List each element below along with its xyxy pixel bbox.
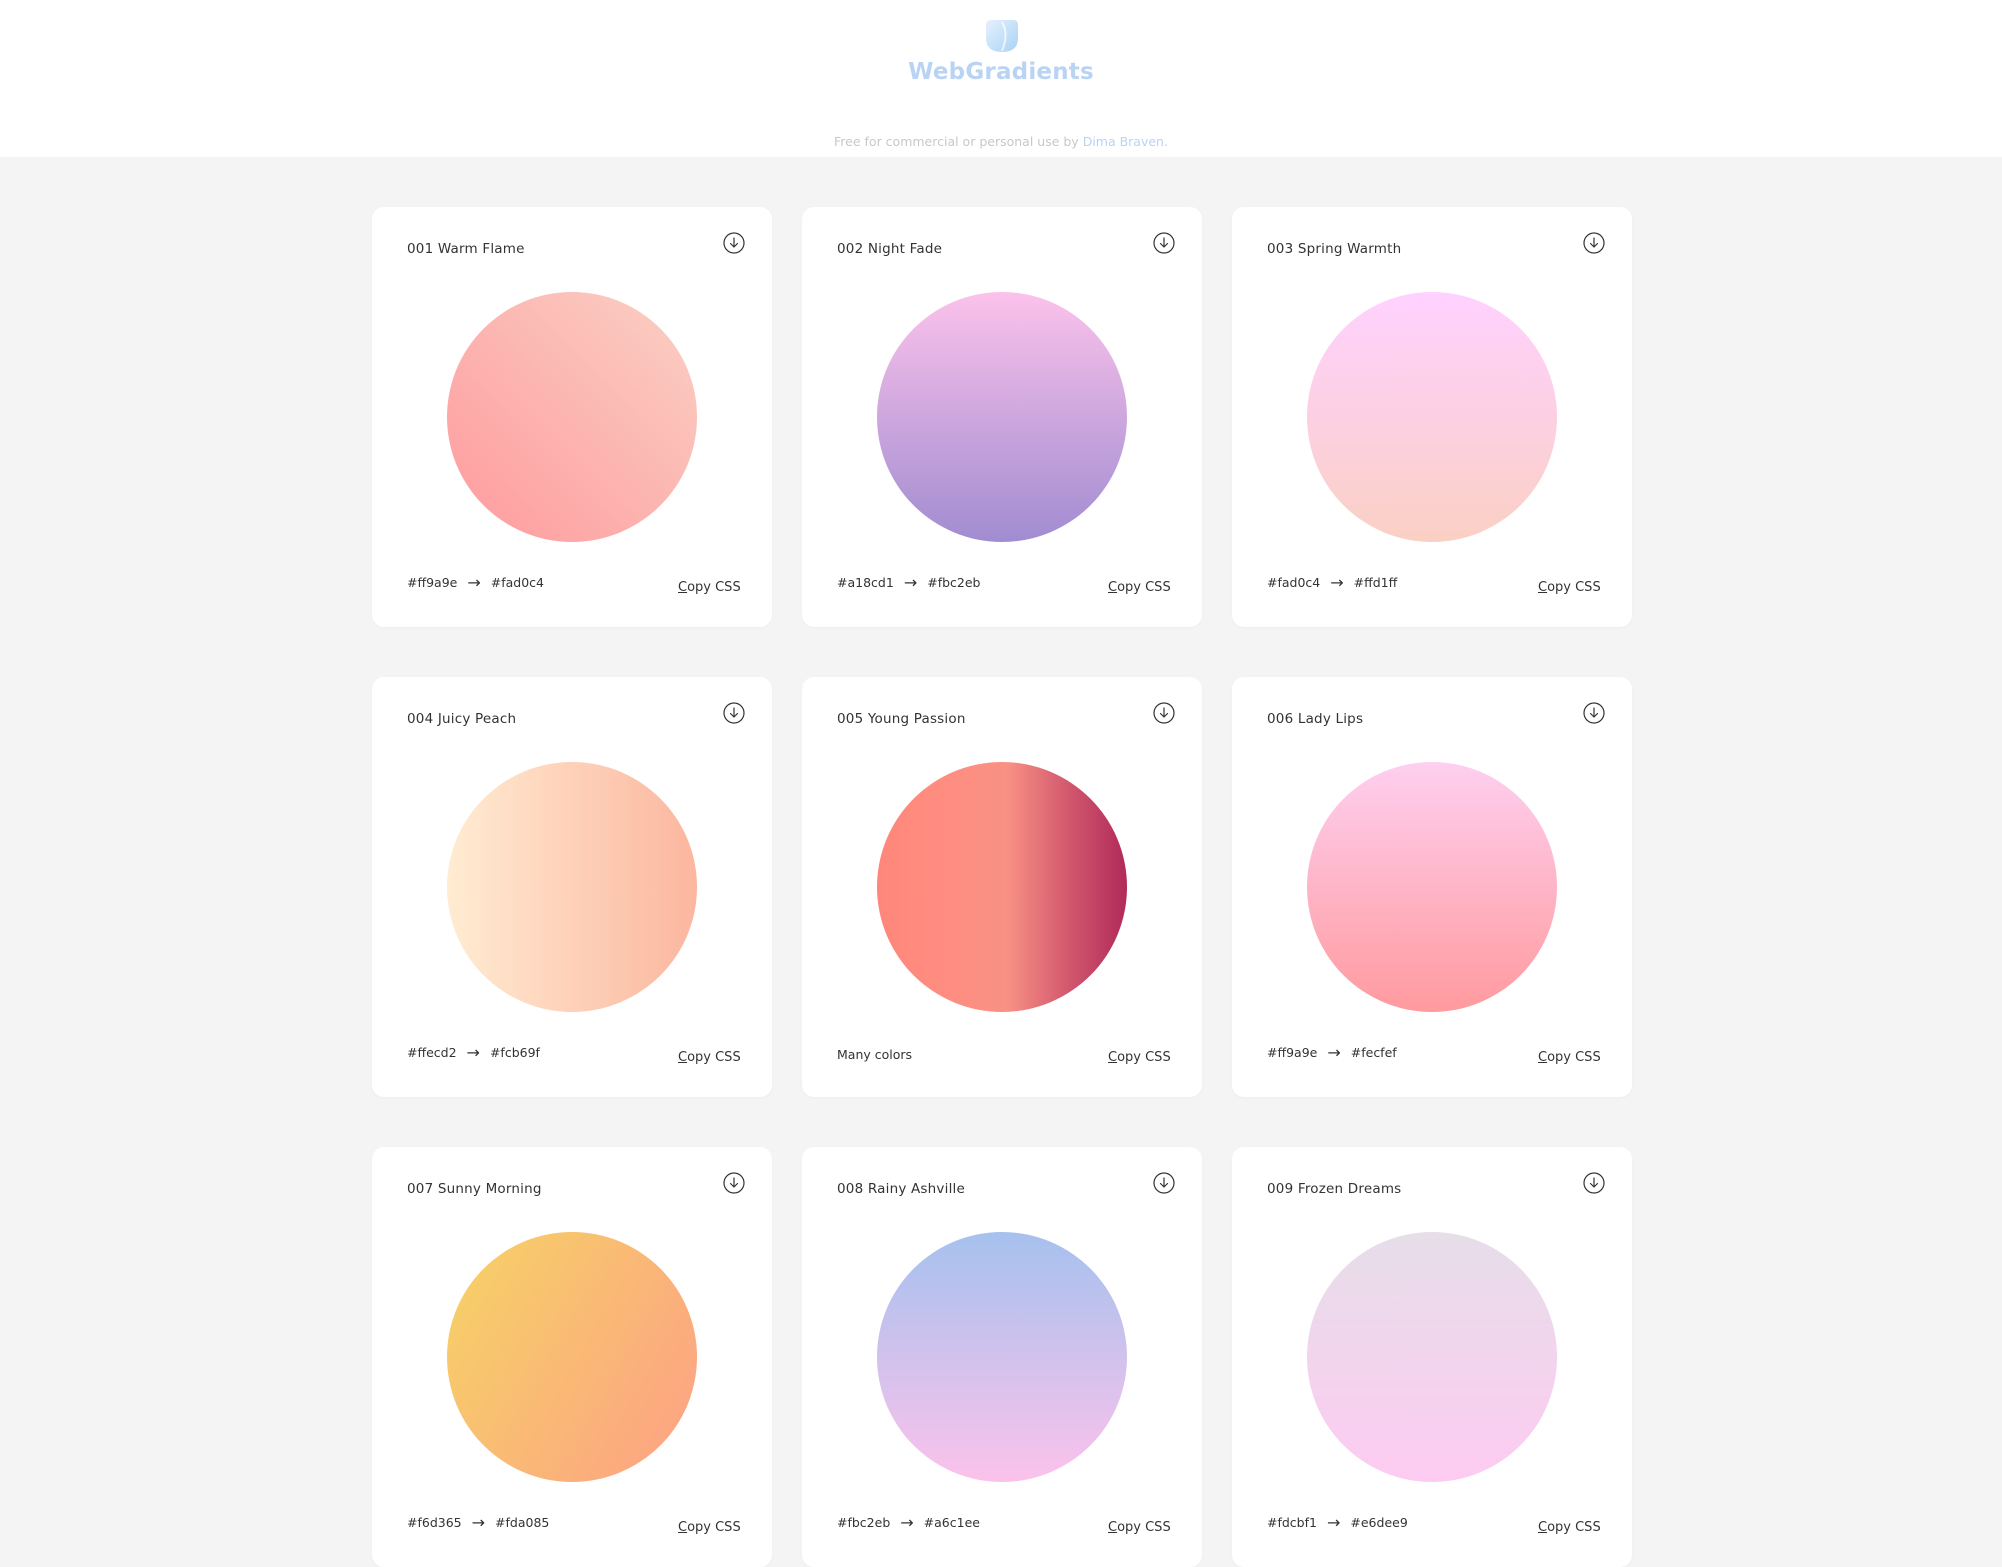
copy-css-button[interactable]: Copy CSS <box>1108 580 1171 595</box>
copy-css-button[interactable]: Copy CSS <box>1538 1050 1601 1065</box>
gradient-colors: #ffecd2 → #fcb69f <box>407 1042 540 1062</box>
copy-css-button[interactable]: Copy CSS <box>1108 1520 1171 1535</box>
color-from[interactable]: #ffecd2 <box>407 1045 457 1060</box>
download-circle-icon[interactable] <box>1153 232 1175 254</box>
gradient-colors: #fdcbf1 → #e6dee9 <box>1267 1512 1408 1532</box>
color-from[interactable]: #fdcbf1 <box>1267 1515 1317 1530</box>
drop-logo-icon[interactable] <box>985 18 1019 54</box>
arrow-right-icon: → <box>467 572 481 592</box>
download-circle-icon[interactable] <box>1583 232 1605 254</box>
gradient-title: 008 Rainy Ashville <box>837 1181 965 1197</box>
gradient-title: 002 Night Fade <box>837 241 943 257</box>
color-to[interactable]: #fad0c4 <box>491 575 544 590</box>
copy-css-button[interactable]: Copy CSS <box>1538 580 1601 595</box>
gradient-colors: #fbc2eb → #a6c1ee <box>837 1512 980 1532</box>
gradient-swatch[interactable] <box>447 1232 697 1482</box>
download-circle-icon[interactable] <box>723 232 745 254</box>
arrow-right-icon: → <box>466 1042 480 1062</box>
tagline-prefix: Free for commercial or personal use by <box>834 134 1079 149</box>
gradient-swatch[interactable] <box>877 1232 1127 1482</box>
tagline: Free for commercial or personal use by D… <box>0 134 2002 149</box>
gradient-colors: #f6d365 → #fda085 <box>407 1512 549 1532</box>
gradient-card: 007 Sunny Morning #f6d365 → #fda085 Copy CSS <box>372 1147 772 1567</box>
download-circle-icon[interactable] <box>1583 702 1605 724</box>
color-from[interactable]: #f6d365 <box>407 1515 462 1530</box>
arrow-right-icon: → <box>1327 1042 1341 1062</box>
copy-css-button[interactable]: Copy CSS <box>1538 1520 1601 1535</box>
gradient-title: 006 Lady Lips <box>1267 711 1364 727</box>
gradient-title: 007 Sunny Morning <box>407 1181 542 1197</box>
color-to[interactable]: #a6c1ee <box>924 1515 980 1530</box>
gradient-card: 005 Young Passion Many colors Copy CSS <box>802 677 1202 1097</box>
gradient-swatch[interactable] <box>1307 292 1557 542</box>
copy-css-button[interactable]: Copy CSS <box>678 1520 741 1535</box>
download-circle-icon[interactable] <box>723 702 745 724</box>
gradient-colors: #ff9a9e → #fad0c4 <box>407 572 544 592</box>
color-to[interactable]: #fecfef <box>1351 1045 1397 1060</box>
color-to[interactable]: #fcb69f <box>490 1045 540 1060</box>
color-to[interactable]: #fda085 <box>495 1515 549 1530</box>
gradient-colors: #ff9a9e → #fecfef <box>1267 1042 1397 1062</box>
author-link[interactable]: Dima Braven <box>1083 134 1164 149</box>
gradient-title: 005 Young Passion <box>837 711 966 727</box>
gradient-swatch[interactable] <box>877 292 1127 542</box>
gradient-swatch[interactable] <box>1307 762 1557 1012</box>
many-colors-label: Many colors <box>837 1047 913 1062</box>
color-to[interactable]: #e6dee9 <box>1350 1515 1407 1530</box>
gradient-title: 003 Spring Warmth <box>1267 241 1402 257</box>
download-circle-icon[interactable] <box>1583 1172 1605 1194</box>
download-circle-icon[interactable] <box>1153 702 1175 724</box>
copy-css-button[interactable]: Copy CSS <box>678 580 741 595</box>
color-from[interactable]: #a18cd1 <box>837 575 894 590</box>
site-logo-text[interactable]: WebGradients <box>0 59 2002 85</box>
gradient-colors: #fad0c4 → #ffd1ff <box>1267 572 1398 592</box>
gradient-card: 003 Spring Warmth #fad0c4 → #ffd1ff Copy CSS <box>1232 207 1632 627</box>
color-from[interactable]: #fad0c4 <box>1267 575 1320 590</box>
gradient-card: 009 Frozen Dreams #fdcbf1 → #e6dee9 Copy CSS <box>1232 1147 1632 1567</box>
gradient-title: 001 Warm Flame <box>407 241 525 257</box>
gradient-title: 004 Juicy Peach <box>407 711 517 727</box>
gradient-card: 008 Rainy Ashville #fbc2eb → #a6c1ee Copy CS… <box>802 1147 1202 1567</box>
arrow-right-icon: → <box>1330 572 1344 592</box>
gradient-swatch[interactable] <box>1307 1232 1557 1482</box>
download-circle-icon[interactable] <box>723 1172 745 1194</box>
color-to[interactable]: #ffd1ff <box>1354 575 1398 590</box>
gradient-swatch[interactable] <box>447 762 697 1012</box>
tagline-suffix: . <box>1163 134 1168 149</box>
gradient-card: 001 Warm Flame #ff9a9e → #fad0c4 Copy CSS <box>372 207 772 627</box>
copy-css-button[interactable]: Copy CSS <box>1108 1050 1171 1065</box>
gradient-card: 006 Lady Lips #ff9a9e → #fecfef Copy CSS <box>1232 677 1632 1097</box>
gradient-swatch[interactable] <box>877 762 1127 1012</box>
arrow-right-icon: → <box>471 1512 486 1532</box>
gradient-title: 009 Frozen Dreams <box>1267 1181 1402 1197</box>
gradient-colors: #a18cd1 → #fbc2eb <box>837 572 980 592</box>
arrow-right-icon: → <box>903 572 918 592</box>
gradient-card: 004 Juicy Peach #ffecd2 → #fcb69f Copy CSS <box>372 677 772 1097</box>
arrow-right-icon: → <box>900 1512 914 1532</box>
color-from[interactable]: #ff9a9e <box>1267 1045 1317 1060</box>
color-to[interactable]: #fbc2eb <box>927 575 980 590</box>
download-circle-icon[interactable] <box>1153 1172 1175 1194</box>
gradient-swatch[interactable] <box>447 292 697 542</box>
color-from[interactable]: #ff9a9e <box>407 575 457 590</box>
site-header: WebGradients Free for commercial or pers… <box>0 0 2002 157</box>
copy-css-button[interactable]: Copy CSS <box>678 1050 741 1065</box>
arrow-right-icon: → <box>1326 1512 1341 1532</box>
gradient-colors: Many colors <box>837 1047 912 1062</box>
color-from[interactable]: #fbc2eb <box>837 1515 890 1530</box>
gradient-card: 002 Night Fade #a18cd1 → #fbc2eb Copy CSS <box>802 207 1202 627</box>
